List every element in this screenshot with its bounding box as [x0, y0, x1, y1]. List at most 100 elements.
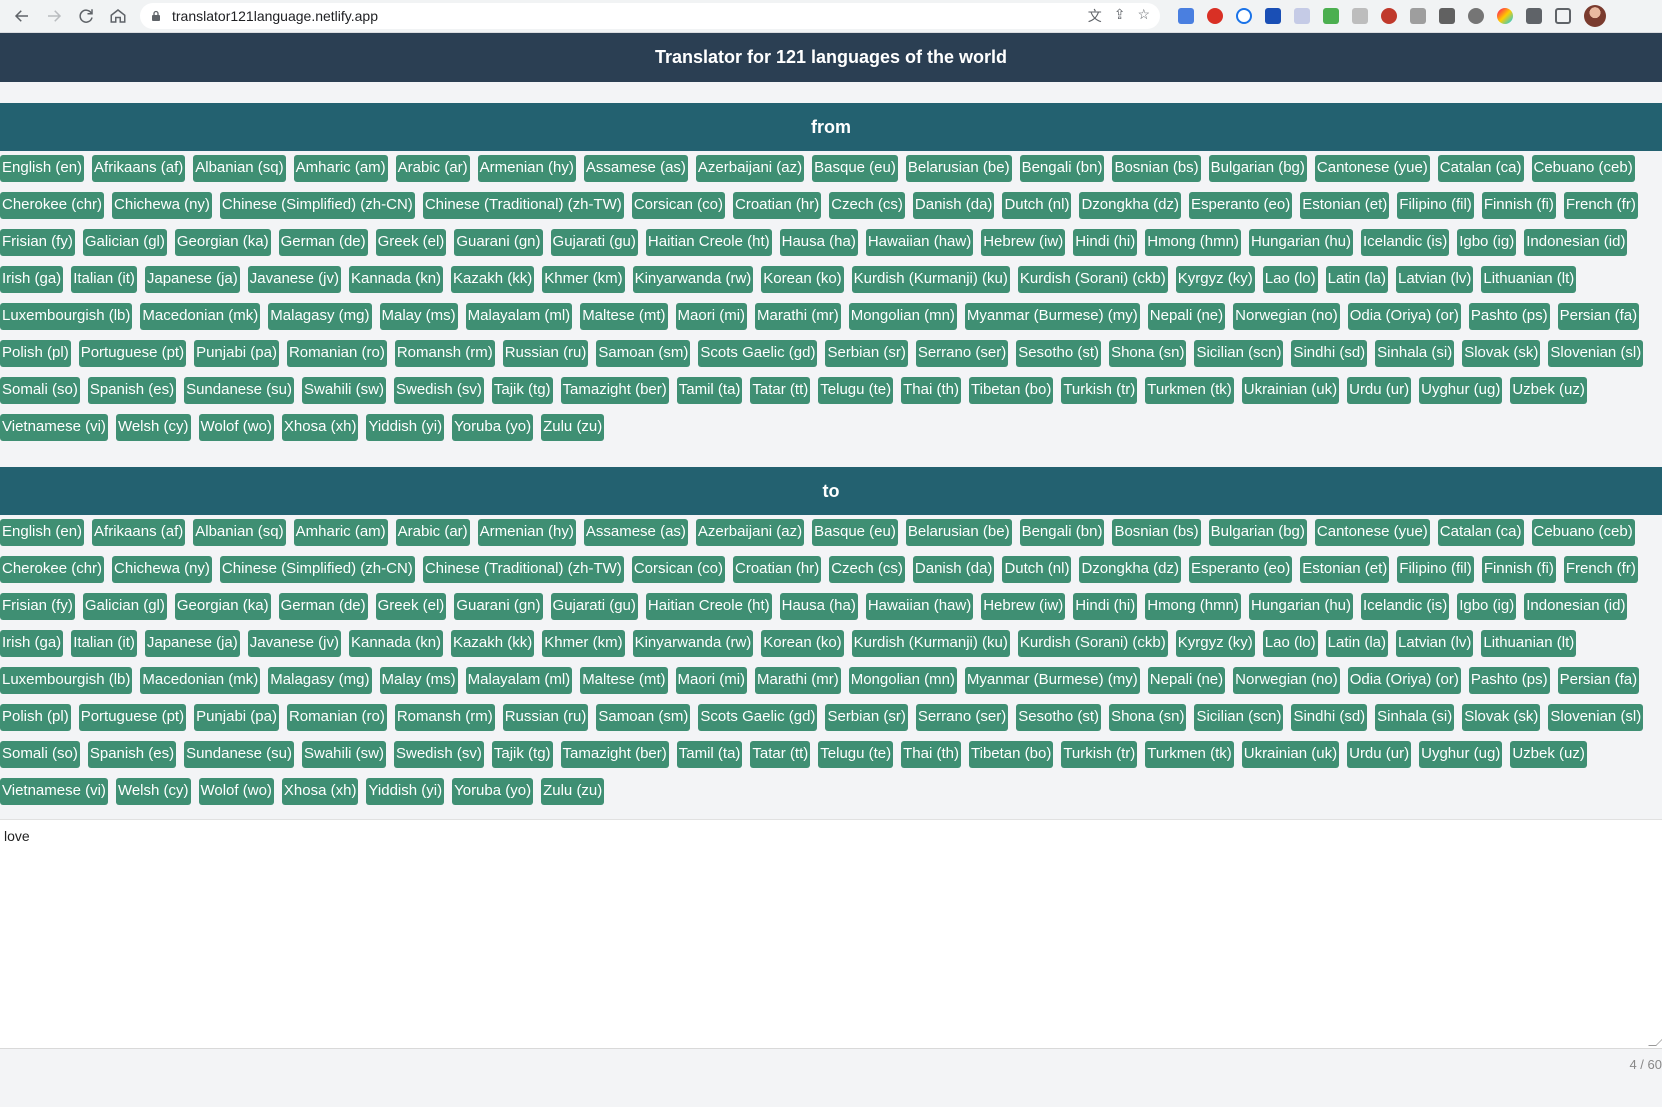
from-language-button[interactable]: Chinese (Simplified) (zh-CN) — [219, 192, 415, 219]
to-language-button[interactable]: Cebuano (ceb) — [1531, 519, 1635, 546]
from-language-button[interactable]: Dzongkha (dz) — [1079, 192, 1182, 219]
to-language-button[interactable]: Amharic (am) — [293, 519, 388, 546]
to-language-button[interactable]: Macedonian (mk) — [140, 667, 261, 694]
from-language-button[interactable]: Kurdish (Sorani) (ckb) — [1017, 266, 1168, 293]
from-language-button[interactable]: Luxembourgish (lb) — [0, 303, 133, 330]
puzzle-icon[interactable] — [1526, 8, 1542, 24]
to-language-button[interactable]: Assamese (as) — [583, 519, 688, 546]
from-language-button[interactable]: Arabic (ar) — [395, 155, 470, 182]
from-language-button[interactable]: Scots Gaelic (gd) — [698, 340, 818, 367]
from-language-button[interactable]: Polish (pl) — [0, 340, 71, 367]
translate-icon[interactable]: 文 — [1088, 6, 1102, 26]
from-language-button[interactable]: Bulgarian (bg) — [1208, 155, 1307, 182]
to-language-button[interactable]: Chichewa (ny) — [112, 556, 212, 583]
from-language-button[interactable]: Armenian (hy) — [477, 155, 576, 182]
from-language-button[interactable]: Norwegian (no) — [1233, 303, 1340, 330]
to-language-button[interactable]: Punjabi (pa) — [194, 704, 279, 731]
to-language-button[interactable]: Basque (eu) — [812, 519, 898, 546]
from-language-button[interactable]: Slovak (sk) — [1462, 340, 1541, 367]
to-language-button[interactable]: Arabic (ar) — [395, 519, 470, 546]
from-language-button[interactable]: Javanese (jv) — [247, 266, 341, 293]
from-language-button[interactable]: Khmer (km) — [542, 266, 625, 293]
to-language-button[interactable]: Odia (Oriya) (or) — [1347, 667, 1461, 694]
to-language-button[interactable]: Malagasy (mg) — [268, 667, 372, 694]
from-language-button[interactable]: Esperanto (eo) — [1189, 192, 1293, 219]
from-language-button[interactable]: Kazakh (kk) — [451, 266, 535, 293]
to-language-button[interactable]: Pashto (ps) — [1468, 667, 1550, 694]
to-language-button[interactable]: Uzbek (uz) — [1510, 741, 1587, 768]
to-language-button[interactable]: Sicilian (scn) — [1194, 704, 1284, 731]
to-language-button[interactable]: Czech (cs) — [829, 556, 905, 583]
from-language-button[interactable]: Czech (cs) — [829, 192, 905, 219]
from-language-button[interactable]: Corsican (co) — [631, 192, 725, 219]
to-language-button[interactable]: Romanian (ro) — [286, 704, 387, 731]
extension-leaf-icon[interactable] — [1323, 8, 1339, 24]
to-language-button[interactable]: Danish (da) — [912, 556, 995, 583]
to-language-button[interactable]: Ukrainian (uk) — [1241, 741, 1340, 768]
from-language-button[interactable]: Tajik (tg) — [491, 377, 553, 404]
to-language-button[interactable]: Marathi (mr) — [755, 667, 841, 694]
from-language-button[interactable]: Galician (gl) — [82, 229, 167, 256]
to-language-button[interactable]: Albanian (sq) — [193, 519, 286, 546]
to-language-button[interactable]: Kazakh (kk) — [451, 630, 535, 657]
to-language-button[interactable]: Filipino (fil) — [1397, 556, 1474, 583]
to-language-button[interactable]: Georgian (ka) — [174, 593, 271, 620]
from-language-button[interactable]: Tamazight (ber) — [560, 377, 669, 404]
from-language-button[interactable]: Hungarian (hu) — [1248, 229, 1353, 256]
from-language-button[interactable]: Hawaiian (haw) — [865, 229, 974, 256]
to-language-button[interactable]: Hebrew (iw) — [981, 593, 1066, 620]
to-language-button[interactable]: Romansh (rm) — [394, 704, 495, 731]
to-language-button[interactable]: Sesotho (st) — [1016, 704, 1102, 731]
to-language-button[interactable]: Kyrgyz (ky) — [1175, 630, 1255, 657]
to-language-button[interactable]: Lao (lo) — [1262, 630, 1318, 657]
from-language-button[interactable]: Portuguese (pt) — [78, 340, 187, 367]
to-language-button[interactable]: Finnish (fi) — [1481, 556, 1556, 583]
from-language-button[interactable]: Somali (so) — [0, 377, 80, 404]
extension-square-icon[interactable] — [1439, 8, 1455, 24]
from-language-button[interactable]: Latvian (lv) — [1396, 266, 1474, 293]
from-language-button[interactable]: Albanian (sq) — [193, 155, 286, 182]
from-language-button[interactable]: Sesotho (st) — [1016, 340, 1102, 367]
from-language-button[interactable]: Haitian Creole (ht) — [645, 229, 772, 256]
from-language-button[interactable]: Frisian (fy) — [0, 229, 75, 256]
to-language-button[interactable]: Turkmen (tk) — [1145, 741, 1234, 768]
from-language-button[interactable]: Irish (ga) — [0, 266, 64, 293]
avatar[interactable] — [1584, 5, 1606, 27]
to-language-button[interactable]: Maori (mi) — [675, 667, 748, 694]
to-language-button[interactable]: Hausa (ha) — [779, 593, 858, 620]
from-language-button[interactable]: Japanese (ja) — [144, 266, 240, 293]
to-language-button[interactable]: Hmong (hmn) — [1145, 593, 1241, 620]
to-language-button[interactable]: Tajik (tg) — [491, 741, 553, 768]
to-language-button[interactable]: Guarani (gn) — [454, 593, 543, 620]
from-language-button[interactable]: Slovenian (sl) — [1548, 340, 1644, 367]
to-language-button[interactable]: Belarusian (be) — [905, 519, 1012, 546]
from-language-button[interactable]: Sinhala (si) — [1375, 340, 1455, 367]
to-language-button[interactable]: Bulgarian (bg) — [1208, 519, 1307, 546]
from-language-button[interactable]: Cantonese (yue) — [1314, 155, 1430, 182]
to-language-button[interactable]: Esperanto (eo) — [1189, 556, 1293, 583]
from-language-button[interactable]: Odia (Oriya) (or) — [1347, 303, 1461, 330]
from-language-button[interactable]: Guarani (gn) — [454, 229, 543, 256]
to-language-button[interactable]: Cherokee (chr) — [0, 556, 105, 583]
from-language-button[interactable]: Yoruba (yo) — [452, 414, 534, 441]
from-language-button[interactable]: Estonian (et) — [1300, 192, 1390, 219]
to-language-button[interactable]: Persian (fa) — [1557, 667, 1640, 694]
to-language-button[interactable]: Luxembourgish (lb) — [0, 667, 133, 694]
from-language-button[interactable]: Maori (mi) — [675, 303, 748, 330]
from-language-button[interactable]: Korean (ko) — [761, 266, 844, 293]
to-language-button[interactable]: Tibetan (bo) — [969, 741, 1054, 768]
from-language-button[interactable]: Wolof (wo) — [198, 414, 274, 441]
from-language-button[interactable]: Belarusian (be) — [905, 155, 1012, 182]
from-language-button[interactable]: Tibetan (bo) — [969, 377, 1054, 404]
forward-button[interactable] — [38, 0, 70, 32]
to-language-button[interactable]: Javanese (jv) — [247, 630, 341, 657]
to-language-button[interactable]: Slovenian (sl) — [1548, 704, 1644, 731]
from-language-button[interactable]: Hindi (hi) — [1073, 229, 1138, 256]
from-language-button[interactable]: Nepali (ne) — [1147, 303, 1226, 330]
from-language-button[interactable]: Gujarati (gu) — [550, 229, 638, 256]
to-language-button[interactable]: Turkish (tr) — [1061, 741, 1138, 768]
from-language-button[interactable]: Lao (lo) — [1262, 266, 1318, 293]
extension-v-icon[interactable] — [1265, 8, 1281, 24]
from-language-button[interactable]: Assamese (as) — [583, 155, 688, 182]
from-language-button[interactable]: Swahili (sw) — [301, 377, 386, 404]
